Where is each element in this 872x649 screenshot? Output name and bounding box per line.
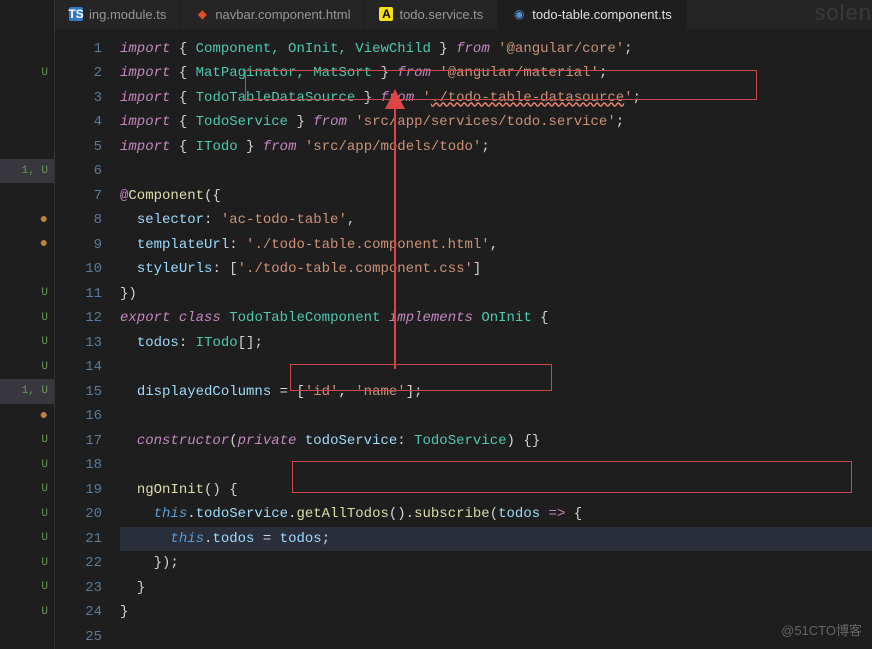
git-status: U bbox=[0, 502, 54, 527]
git-status bbox=[0, 85, 54, 110]
git-status: U bbox=[0, 428, 54, 453]
line-number: 5 bbox=[55, 135, 102, 160]
line-number: 24 bbox=[55, 600, 102, 625]
tab-label: ing.module.ts bbox=[89, 7, 166, 22]
angular-icon: ◉ bbox=[512, 7, 526, 21]
line-number: 15 bbox=[55, 380, 102, 405]
line-number: 2 bbox=[55, 61, 102, 86]
git-status bbox=[0, 134, 54, 159]
tab-module[interactable]: TS ing.module.ts bbox=[55, 0, 181, 29]
git-status: 1, U bbox=[0, 379, 54, 404]
git-status: ● bbox=[0, 208, 54, 233]
git-status bbox=[0, 257, 54, 282]
line-number: 18 bbox=[55, 453, 102, 478]
git-status bbox=[0, 110, 54, 135]
line-number: 8 bbox=[55, 208, 102, 233]
git-status: U bbox=[0, 61, 54, 86]
line-number: 10 bbox=[55, 257, 102, 282]
git-status bbox=[0, 183, 54, 208]
line-number: 20 bbox=[55, 502, 102, 527]
line-number: 12 bbox=[55, 306, 102, 331]
line-number: 17 bbox=[55, 429, 102, 454]
code-content[interactable]: import { Component, OnInit, ViewChild } … bbox=[120, 29, 872, 649]
git-status: U bbox=[0, 575, 54, 600]
line-number: 6 bbox=[55, 159, 102, 184]
html-icon: ◆ bbox=[195, 7, 209, 21]
brand-watermark: solen bbox=[814, 0, 872, 26]
git-status: U bbox=[0, 330, 54, 355]
line-number: 21 bbox=[55, 527, 102, 552]
line-number: 3 bbox=[55, 86, 102, 111]
editor-tabs: TS ing.module.ts ◆ navbar.component.html… bbox=[55, 0, 872, 29]
git-status: ● bbox=[0, 232, 54, 257]
line-number: 1 bbox=[55, 37, 102, 62]
tab-navbar-html[interactable]: ◆ navbar.component.html bbox=[181, 0, 365, 29]
tab-todo-table-component[interactable]: ◉ todo-table.component.ts bbox=[498, 0, 686, 29]
line-number: 11 bbox=[55, 282, 102, 307]
watermark: @51CTO博客 bbox=[781, 620, 862, 639]
git-status-gutter: U 1, U ● ● U U U U 1, U ● U U U U U U U … bbox=[0, 0, 55, 649]
js-icon: A bbox=[379, 7, 393, 21]
git-status: U bbox=[0, 477, 54, 502]
line-number: 16 bbox=[55, 404, 102, 429]
line-number: 23 bbox=[55, 576, 102, 601]
line-number: 4 bbox=[55, 110, 102, 135]
line-number: 9 bbox=[55, 233, 102, 258]
line-number-gutter: 1 2 3 4 5 6 7 8 9 10 11 12 13 14 15 16 1… bbox=[55, 29, 120, 649]
git-status: ● bbox=[0, 404, 54, 429]
tab-label: navbar.component.html bbox=[215, 7, 350, 22]
git-status: 1, U bbox=[0, 159, 54, 184]
git-status bbox=[0, 624, 54, 649]
tab-label: todo-table.component.ts bbox=[532, 7, 671, 22]
git-status: U bbox=[0, 355, 54, 380]
git-status: U bbox=[0, 551, 54, 576]
line-number: 14 bbox=[55, 355, 102, 380]
line-number: 13 bbox=[55, 331, 102, 356]
line-number: 19 bbox=[55, 478, 102, 503]
line-number: 25 bbox=[55, 625, 102, 649]
line-number: 7 bbox=[55, 184, 102, 209]
git-status: U bbox=[0, 600, 54, 625]
git-status: U bbox=[0, 526, 54, 551]
git-status: U bbox=[0, 306, 54, 331]
git-status bbox=[0, 36, 54, 61]
code-editor[interactable]: 1 2 3 4 5 6 7 8 9 10 11 12 13 14 15 16 1… bbox=[55, 29, 872, 649]
tab-todo-service[interactable]: A todo.service.ts bbox=[365, 0, 498, 29]
git-status: U bbox=[0, 453, 54, 478]
tab-label: todo.service.ts bbox=[399, 7, 483, 22]
line-number: 22 bbox=[55, 551, 102, 576]
typescript-icon: TS bbox=[69, 7, 83, 21]
git-status: U bbox=[0, 281, 54, 306]
